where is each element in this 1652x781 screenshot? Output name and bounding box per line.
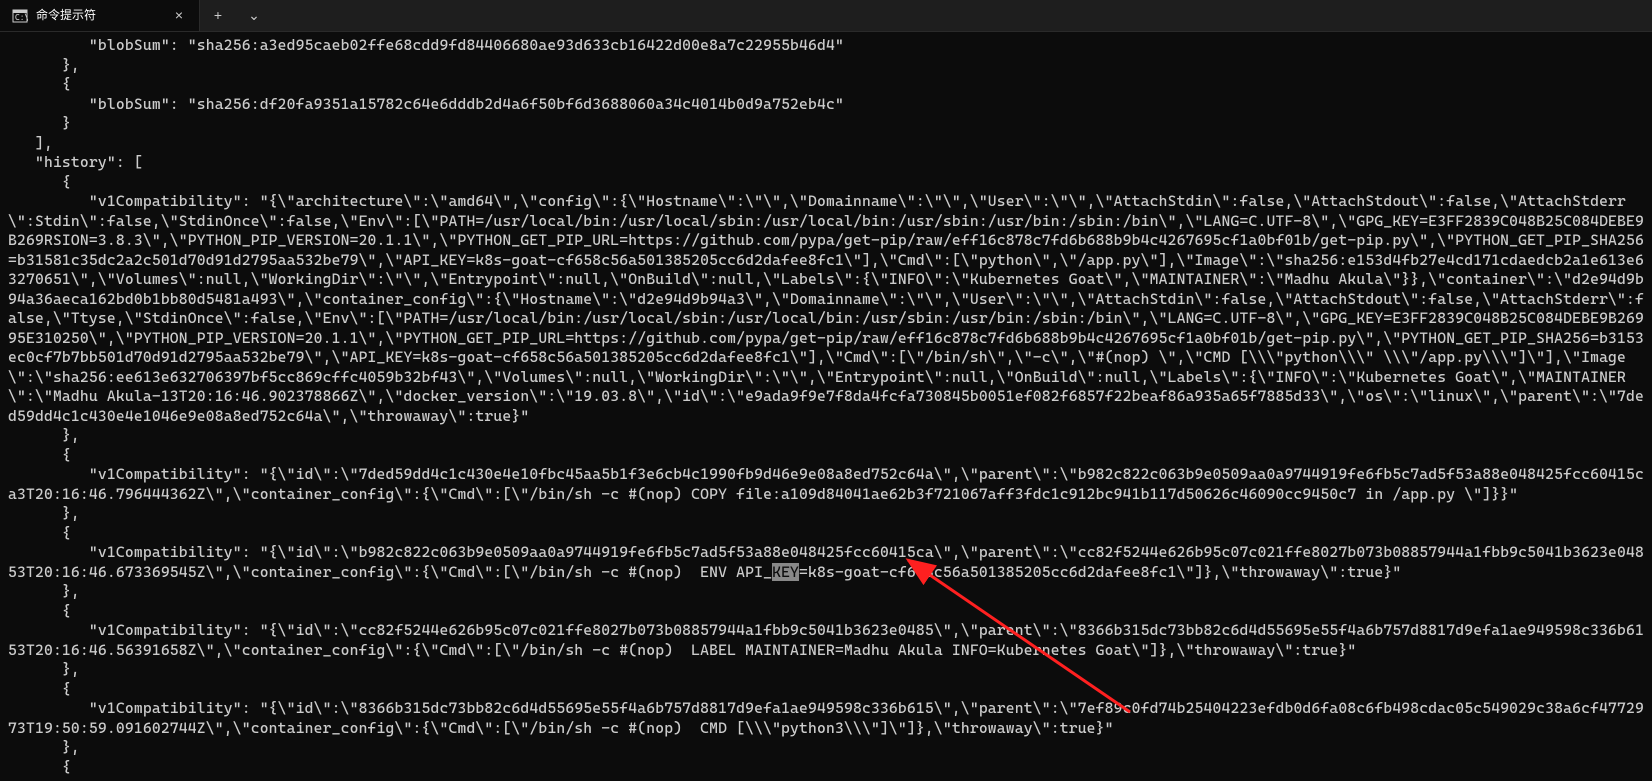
tab-active[interactable]: C:\ 命令提示符 ×	[0, 0, 200, 31]
terminal-line: {	[8, 680, 1644, 700]
terminal-line: {	[8, 524, 1644, 544]
terminal-output[interactable]: "blobSum": "sha256:a3ed95caeb02ffe68cdd9…	[0, 32, 1652, 781]
tab-close-button[interactable]: ×	[171, 4, 187, 26]
terminal-line: "history": [	[8, 153, 1644, 173]
svg-text:C:\: C:\	[15, 13, 28, 22]
terminal-line: "v1Compatibility": "{\"id\":\"cc82f5244e…	[8, 621, 1644, 660]
new-tab-button[interactable]: +	[200, 0, 236, 31]
terminal-line: "v1Compatibility": "{\"id\":\"7ded59dd4c…	[8, 465, 1644, 504]
terminal-line-highlighted: "v1Compatibility": "{\"id\":\"b982c822c0…	[8, 543, 1644, 582]
terminal-line: },	[8, 660, 1644, 680]
terminal-line: }	[8, 114, 1644, 134]
terminal-line: ],	[8, 134, 1644, 154]
terminal-icon: C:\	[12, 8, 28, 24]
terminal-line: "blobSum": "sha256:a3ed95caeb02ffe68cdd9…	[8, 36, 1644, 56]
terminal-line: },	[8, 582, 1644, 602]
terminal-line: },	[8, 56, 1644, 76]
terminal-line: {	[8, 602, 1644, 622]
tab-title: 命令提示符	[36, 8, 163, 24]
terminal-line: {	[8, 758, 1644, 778]
terminal-line: "blobSum": "sha256:df20fa9351a15782c64e6…	[8, 95, 1644, 115]
tab-dropdown-button[interactable]: ⌄	[236, 0, 272, 31]
titlebar: C:\ 命令提示符 × + ⌄	[0, 0, 1652, 32]
search-highlight: KEY	[772, 563, 799, 581]
terminal-line: {	[8, 173, 1644, 193]
terminal-line: "v1Compatibility": "{\"architecture\":\"…	[8, 192, 1644, 426]
terminal-line: {	[8, 75, 1644, 95]
terminal-line: "v1Compatibility": "{\"id\":\"8366b315dc…	[8, 699, 1644, 738]
terminal-line: },	[8, 738, 1644, 758]
terminal-line: },	[8, 426, 1644, 446]
terminal-line: },	[8, 504, 1644, 524]
terminal-line: {	[8, 446, 1644, 466]
